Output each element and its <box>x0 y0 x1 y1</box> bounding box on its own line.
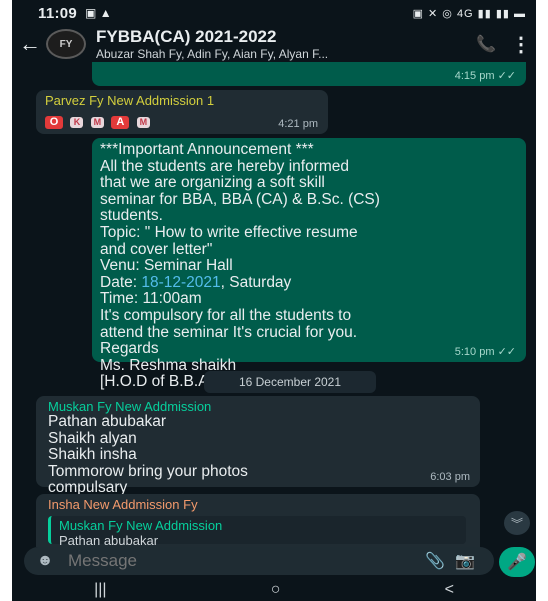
more-options-icon[interactable]: ⋮ <box>506 32 536 57</box>
phone-screen: 11:09 ▣ ▲ ▣ ✕ ◎ 4G ▮▮ ▮▮ ▬ ← FY FYBBA(CA… <box>12 0 536 601</box>
system-indicators: ▣ ✕ ◎ 4G ▮▮ ▮▮ ▬ <box>412 7 526 20</box>
message-bubble-2[interactable]: Parvez Fy New Addmission 1 O K M A M 4:2… <box>36 90 328 134</box>
status-bar: 11:09 ▣ ▲ ▣ ✕ ◎ 4G ▮▮ ▮▮ ▬ <box>12 0 536 26</box>
group-title: FYBBA(CA) 2021-2022 <box>96 27 277 46</box>
mic-button[interactable]: 🎤 <box>499 547 535 577</box>
sender-name: Muskan Fy New Addmission <box>48 399 212 414</box>
reaction-letter: M <box>90 117 104 128</box>
quoted-sender: Muskan Fy New Addmission <box>59 518 223 533</box>
announcement-text-start: ***Important Announcement *** All the st… <box>100 141 380 291</box>
group-members: Abuzar Shah Fy, Adin Fy, Aian Fy, Alyan … <box>96 47 329 61</box>
status-time: 11:09 <box>38 4 78 22</box>
message-bubble-4[interactable]: Muskan Fy New Addmission Pathan abubakar… <box>36 396 480 496</box>
announcement-bubble[interactable]: ***Important Announcement *** All the st… <box>92 138 526 390</box>
message-time: 6:03 pm <box>430 471 470 483</box>
reaction-letter: K <box>70 117 84 128</box>
message-time: 4:21 pm <box>278 118 318 130</box>
message-time: 4:15 pm <box>454 70 495 82</box>
message-bubble-1[interactable]: 4:15 pm ✓✓ <box>92 62 526 86</box>
date-link[interactable]: 18-12-2021 <box>141 274 220 291</box>
scroll-down-button[interactable]: ︾ <box>504 511 530 535</box>
message-time: 5:10 pm <box>454 346 495 358</box>
date-chip: 16 December 2021 <box>204 371 376 393</box>
back-arrow-icon[interactable]: ← <box>16 31 44 57</box>
read-ticks-icon: ✓✓ <box>497 346 516 358</box>
group-info[interactable]: FYBBA(CA) 2021-2022 Abuzar Shah Fy, Adin… <box>96 27 466 61</box>
chat-area[interactable]: 4:15 pm ✓✓ Parvez Fy New Addmission 1 O … <box>12 62 536 547</box>
message-input[interactable] <box>66 550 420 572</box>
reaction-letter: M <box>136 117 150 128</box>
message-text: Pathan abubakar Shaikh alyan Shaikh insh… <box>48 413 248 497</box>
reaction-letter: O <box>45 116 63 129</box>
back-button[interactable]: < <box>445 581 454 599</box>
message-composer: ☻ 📎 📷 <box>24 547 494 575</box>
system-nav-bar: ||| ○ < <box>12 578 536 601</box>
emoji-icon[interactable]: ☻ <box>34 550 56 572</box>
message-meta: 5:10 pm ✓✓ <box>455 345 516 358</box>
sender-name: Parvez Fy New Addmission 1 <box>45 93 215 108</box>
attach-icon[interactable]: 📎 <box>420 551 450 571</box>
reaction-letter: A <box>111 116 130 129</box>
group-avatar[interactable]: FY <box>46 29 86 59</box>
message-bubble-5[interactable]: Insha New Addmission Fy Muskan Fy New Ad… <box>36 494 480 547</box>
sender-name: Insha New Addmission Fy <box>48 497 198 512</box>
camera-icon[interactable]: 📷 <box>450 551 480 571</box>
quoted-text: Pathan abubakar <box>59 533 159 547</box>
quoted-message[interactable]: Muskan Fy New Addmission Pathan abubakar <box>48 516 466 547</box>
read-ticks-icon: ✓✓ <box>497 70 516 82</box>
chat-header: ← FY FYBBA(CA) 2021-2022 Abuzar Shah Fy,… <box>12 26 536 62</box>
recents-button[interactable]: ||| <box>94 581 106 599</box>
avatar-text: FY <box>59 38 73 50</box>
mic-icon: 🎤 <box>507 554 527 571</box>
chevron-down-icon: ︾ <box>510 516 523 531</box>
notification-icons: ▣ ▲ <box>85 6 112 20</box>
add-call-icon[interactable]: 📞 <box>466 34 506 54</box>
message-meta: 4:15 pm ✓✓ <box>455 69 516 82</box>
home-button[interactable]: ○ <box>271 581 281 599</box>
